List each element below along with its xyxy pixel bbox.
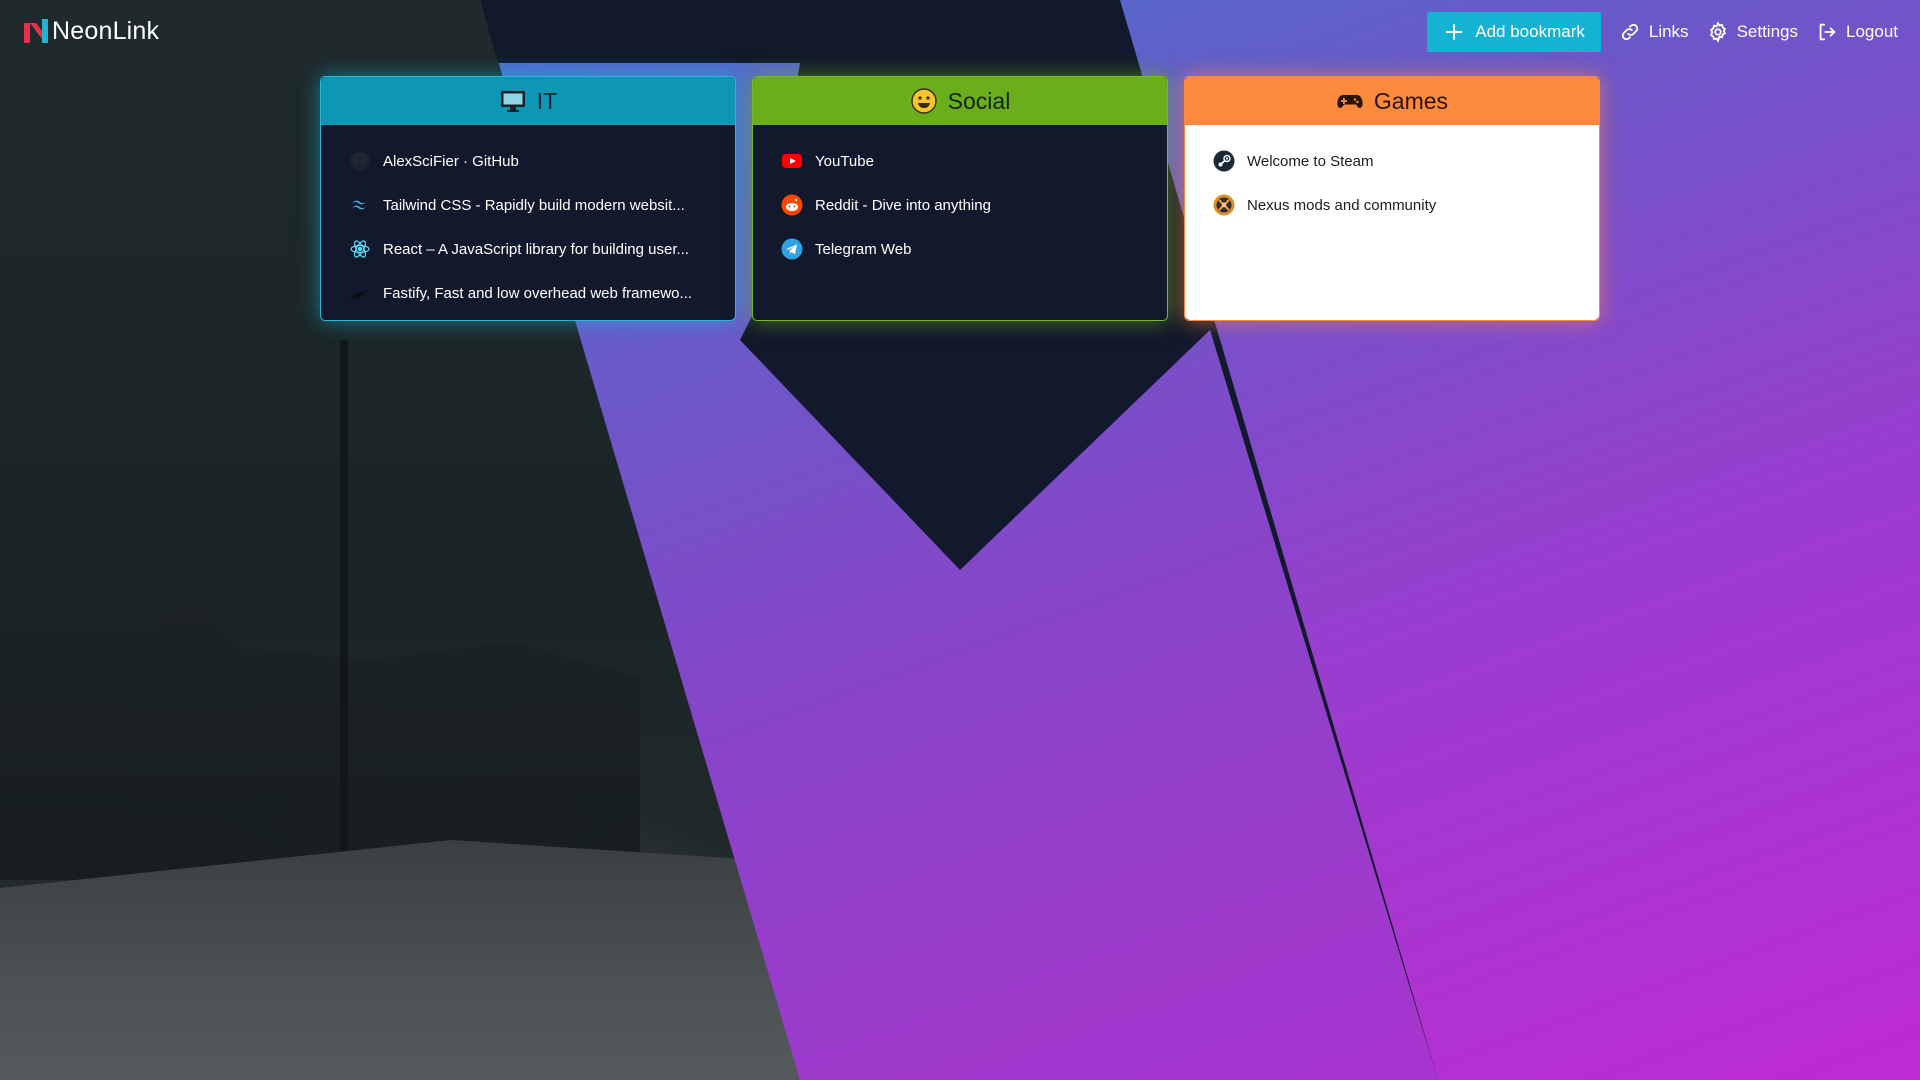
link-icon <box>1621 23 1638 41</box>
monitor-icon <box>500 91 525 112</box>
link-list: AlexSciFier · GitHub Tailwind CSS - Rapi… <box>321 125 735 315</box>
logout-label: Logout <box>1846 22 1898 41</box>
group-card-it: IT AlexSciFier · GitHub Tailwind CSS - R… <box>320 76 736 321</box>
link-label: Nexus mods and community <box>1247 196 1437 214</box>
group-card-games: Games Welcome to Steam Nexus mods and co… <box>1184 76 1600 321</box>
group-header-social[interactable]: Social <box>753 77 1167 125</box>
youtube-icon <box>781 150 803 172</box>
logout-nav-link[interactable]: Logout <box>1816 21 1898 43</box>
react-icon <box>349 238 371 260</box>
group-title: Games <box>1373 87 1449 114</box>
logo[interactable]: NeonLink <box>24 16 159 46</box>
background-snow <box>0 840 820 1080</box>
logout-icon <box>1819 23 1836 41</box>
group-card-social: Social YouTube Reddit - Dive into anythi… <box>752 76 1168 321</box>
link-item[interactable]: Nexus mods and community <box>1213 183 1571 227</box>
github-icon <box>349 150 371 172</box>
links-nav-link[interactable]: Links <box>1619 21 1689 43</box>
link-label: AlexSciFier · GitHub <box>383 152 519 170</box>
steam-icon <box>1213 150 1235 172</box>
link-label: React – A JavaScript library for buildin… <box>383 240 689 258</box>
nexus-icon <box>1213 194 1235 216</box>
reddit-icon <box>781 194 803 216</box>
link-item[interactable]: Fastify, Fast and low overhead web frame… <box>349 271 707 315</box>
link-item[interactable]: Telegram Web <box>781 227 1139 271</box>
group-title: IT <box>536 87 558 114</box>
group-header-it[interactable]: IT <box>321 77 735 125</box>
link-list: YouTube Reddit - Dive into anything Tele… <box>753 125 1167 271</box>
fastify-icon <box>349 282 371 304</box>
link-item[interactable]: Tailwind CSS - Rapidly build modern webs… <box>349 183 707 227</box>
group-header-games[interactable]: Games <box>1185 77 1599 125</box>
add-bookmark-button[interactable]: Add bookmark <box>1427 12 1601 52</box>
tailwind-icon <box>349 194 371 216</box>
plus-icon <box>1446 24 1463 40</box>
link-item[interactable]: YouTube <box>781 139 1139 183</box>
link-item[interactable]: AlexSciFier · GitHub <box>349 139 707 183</box>
link-label: Telegram Web <box>815 240 912 258</box>
telegram-icon <box>781 238 803 260</box>
background-lamp-post <box>340 340 348 880</box>
link-item[interactable]: Reddit - Dive into anything <box>781 183 1139 227</box>
neonlink-logo-icon <box>24 19 48 43</box>
settings-nav-link[interactable]: Settings <box>1707 21 1798 43</box>
link-label: Reddit - Dive into anything <box>815 196 991 214</box>
link-item[interactable]: React – A JavaScript library for buildin… <box>349 227 707 271</box>
add-bookmark-label: Add bookmark <box>1475 22 1585 41</box>
link-label: Welcome to Steam <box>1247 152 1374 170</box>
smile-icon <box>910 88 937 114</box>
gear-icon <box>1709 21 1726 43</box>
link-label: Tailwind CSS - Rapidly build modern webs… <box>383 196 685 214</box>
group-title: Social <box>947 87 1011 114</box>
app-name: NeonLink <box>52 16 160 45</box>
link-label: Fastify, Fast and low overhead web frame… <box>383 284 693 302</box>
gamepad-icon <box>1337 95 1363 108</box>
links-label: Links <box>1648 22 1689 41</box>
top-nav: Add bookmark Links Settings Logout <box>1427 12 1898 52</box>
link-label: YouTube <box>815 152 874 170</box>
link-list: Welcome to Steam Nexus mods and communit… <box>1185 125 1599 227</box>
header: NeonLink Add bookmark Links Settings Log… <box>0 0 1920 63</box>
link-item[interactable]: Welcome to Steam <box>1213 139 1571 183</box>
settings-label: Settings <box>1736 22 1798 41</box>
